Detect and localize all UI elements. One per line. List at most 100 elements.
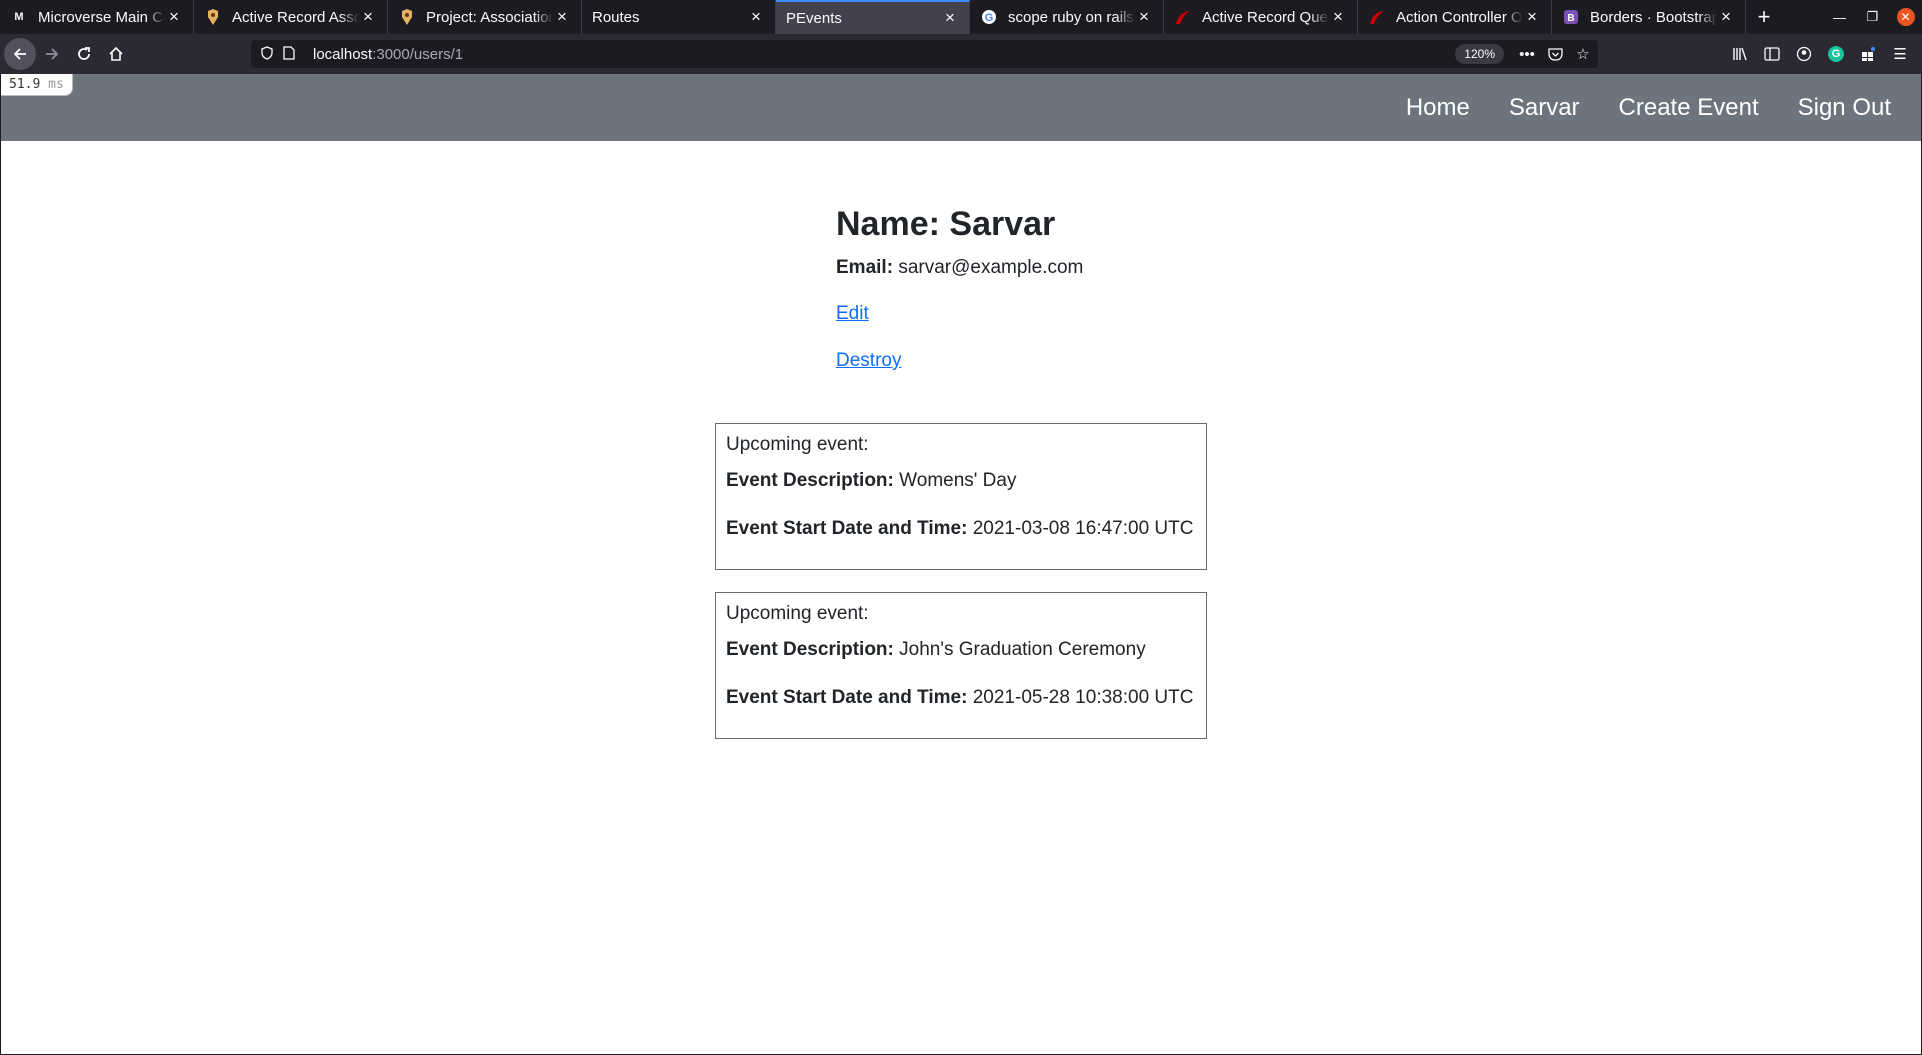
nav-home-link[interactable]: Home: [1406, 94, 1470, 122]
tab-active-record-query[interactable]: Active Record Query ×: [1164, 0, 1358, 34]
shield-icon[interactable]: [261, 45, 283, 63]
nav-sign-out-link[interactable]: Sign Out: [1798, 94, 1891, 122]
url-path: :3000/users/1: [372, 45, 464, 63]
more-actions-icon[interactable]: •••: [1514, 40, 1540, 68]
tab-action-controller[interactable]: Action Controller O ×: [1358, 0, 1552, 34]
event-start-value: 2021-03-08 16:47:00 UTC: [972, 518, 1194, 539]
edit-user-link[interactable]: Edit: [836, 303, 1083, 325]
page-viewport: 51.9 ms Home Sarvar Create Event Sign Ou…: [0, 74, 1922, 1055]
close-icon: ✕: [1896, 8, 1915, 26]
window-controls: — ❐ ✕: [1823, 0, 1922, 34]
reload-button[interactable]: [68, 38, 100, 70]
event-description: John's Graduation Ceremony: [899, 639, 1146, 660]
event-description-label: Event Description:: [726, 470, 894, 491]
tab-title: Action Controller O: [1396, 8, 1523, 26]
render-time-unit: ms: [48, 77, 64, 92]
event-start-row: Event Start Date and Time: 2021-03-08 16…: [726, 518, 1196, 540]
tab-title: Microverse Main Cu: [38, 8, 165, 26]
name-label: Name:: [836, 205, 940, 243]
tab-microverse[interactable]: M Microverse Main Cu ×: [0, 0, 194, 34]
close-tab-icon[interactable]: ×: [165, 7, 183, 26]
close-tab-icon[interactable]: ×: [941, 8, 959, 27]
home-icon: [109, 46, 123, 61]
tab-title: PEvents: [786, 9, 842, 27]
event-description-label: Event Description:: [726, 639, 894, 660]
close-tab-icon[interactable]: ×: [359, 7, 377, 26]
event-start-value: 2021-05-28 10:38:00 UTC: [972, 687, 1194, 708]
user-profile: Name: Sarvar Email: sarvar@example.com E…: [836, 204, 1083, 372]
extensions-icon[interactable]: [1852, 38, 1884, 70]
restore-icon[interactable]: ❐: [1856, 0, 1889, 34]
event-description-row: Event Description: Womens' Day: [726, 470, 1196, 492]
render-time-value: 51.9: [9, 77, 41, 92]
tab-title: Routes: [592, 8, 640, 26]
user-name: Sarvar: [949, 205, 1056, 243]
close-tab-icon[interactable]: ×: [1523, 7, 1541, 26]
tab-title: Project: Association: [426, 8, 553, 26]
minimize-icon[interactable]: —: [1823, 0, 1856, 34]
event-start-label: Event Start Date and Time:: [726, 687, 968, 708]
tab-pevents[interactable]: PEvents ×: [776, 0, 970, 34]
tab-title: Active Record Query: [1202, 8, 1329, 26]
svg-text:G: G: [985, 12, 994, 24]
rails-icon: [1368, 8, 1386, 26]
rails-icon: [1174, 8, 1192, 26]
google-icon: G: [980, 8, 998, 26]
odin-icon: [204, 8, 222, 26]
user-email: sarvar@example.com: [898, 256, 1084, 278]
forward-button[interactable]: [36, 38, 68, 70]
event-heading: Upcoming event:: [726, 603, 869, 624]
menu-icon[interactable]: ☰: [1884, 38, 1916, 70]
user-name-heading: Name: Sarvar: [836, 204, 1083, 245]
arrow-left-icon: [13, 48, 26, 60]
close-tab-icon[interactable]: ×: [747, 7, 765, 26]
event-description: Womens' Day: [899, 470, 1017, 491]
grammarly-icon[interactable]: G: [1820, 38, 1852, 70]
email-label: Email:: [836, 256, 894, 278]
event-description-row: Event Description: John's Graduation Cer…: [726, 639, 1196, 661]
arrow-right-icon: [46, 48, 59, 60]
destroy-user-link[interactable]: Destroy: [836, 350, 1083, 372]
home-button[interactable]: [100, 38, 132, 70]
user-email-row: Email: sarvar@example.com: [836, 257, 1083, 279]
nav-profile-link[interactable]: Sarvar: [1509, 94, 1580, 122]
event-card: Upcoming event: Event Description: John'…: [715, 592, 1207, 739]
pocket-icon[interactable]: [1542, 40, 1568, 68]
event-start-row: Event Start Date and Time: 2021-05-28 10…: [726, 687, 1196, 709]
site-navbar: Home Sarvar Create Event Sign Out: [1, 74, 1921, 141]
tab-project-association[interactable]: Project: Association ×: [388, 0, 582, 34]
tab-title: Borders · Bootstrap: [1590, 8, 1717, 26]
nav-create-event-link[interactable]: Create Event: [1619, 94, 1759, 122]
close-tab-icon[interactable]: ×: [1135, 7, 1153, 26]
close-tab-icon[interactable]: ×: [1717, 7, 1735, 26]
zoom-level-button[interactable]: 120%: [1455, 44, 1504, 64]
back-button[interactable]: [4, 38, 36, 70]
tab-bootstrap-borders[interactable]: B Borders · Bootstrap ×: [1552, 0, 1746, 34]
window-close-button[interactable]: ✕: [1889, 0, 1922, 34]
page-info-icon[interactable]: [283, 45, 305, 63]
bootstrap-icon: B: [1562, 8, 1580, 26]
microverse-icon: M: [14, 11, 24, 23]
close-tab-icon[interactable]: ×: [1329, 7, 1347, 26]
tab-active-record-assoc[interactable]: Active Record Assoc ×: [194, 0, 388, 34]
account-icon[interactable]: [1788, 38, 1820, 70]
event-card: Upcoming event: Event Description: Women…: [715, 423, 1207, 570]
address-bar[interactable]: localhost:3000/users/1 120% ••• ☆: [251, 40, 1598, 68]
reload-icon: [78, 47, 90, 60]
svg-text:B: B: [1567, 13, 1574, 24]
tab-title: Active Record Assoc: [232, 8, 359, 26]
bookmark-star-icon[interactable]: ☆: [1570, 40, 1596, 68]
url-host: localhost: [313, 45, 373, 63]
tab-google-search[interactable]: G scope ruby on rails g ×: [970, 0, 1164, 34]
close-tab-icon[interactable]: ×: [553, 7, 571, 26]
sidebar-icon[interactable]: [1756, 38, 1788, 70]
tab-routes[interactable]: Routes ×: [582, 0, 776, 34]
odin-icon: [398, 8, 416, 26]
new-tab-button[interactable]: +: [1746, 0, 1782, 34]
event-heading: Upcoming event:: [726, 434, 869, 455]
render-time-badge: 51.9 ms: [1, 74, 73, 96]
browser-extensions: G ☰: [1724, 34, 1916, 74]
event-start-label: Event Start Date and Time:: [726, 518, 968, 539]
library-icon[interactable]: [1724, 38, 1756, 70]
tab-title: scope ruby on rails g: [1008, 8, 1135, 26]
